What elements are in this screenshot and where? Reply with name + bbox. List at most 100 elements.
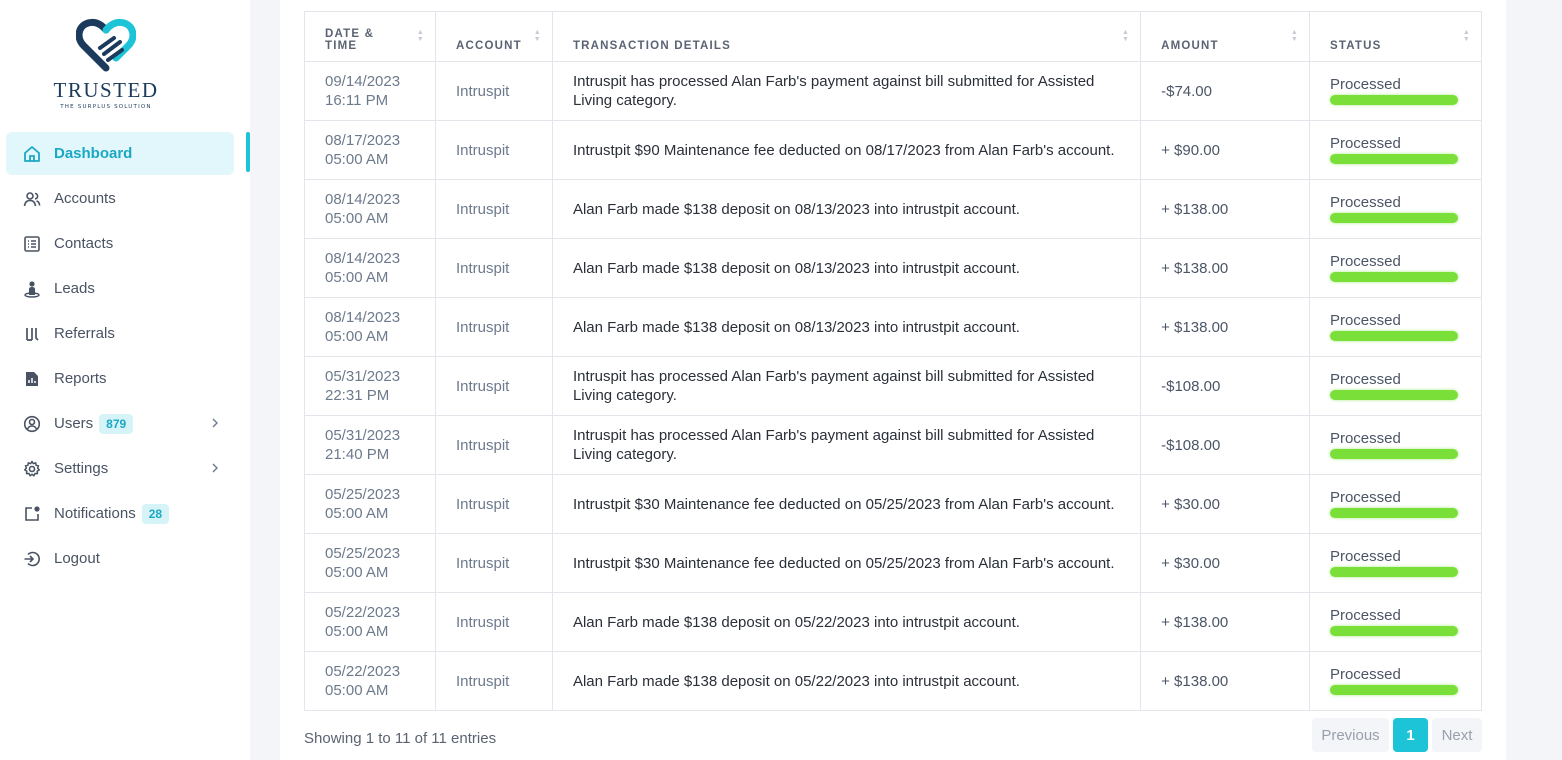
cell-details: Alan Farb made $138 deposit on 05/22/202… bbox=[551, 651, 1142, 711]
brand-logo[interactable]: TRUSTED THE SURPLUS SOLUTION bbox=[0, 18, 212, 110]
cell-date-time: 05/31/2023 21:40 PM bbox=[304, 415, 436, 475]
status-label: Processed bbox=[1329, 135, 1401, 152]
table-row: 09/14/2023 16:11 PM Intruspit Intruspit h… bbox=[304, 61, 1483, 121]
users-icon bbox=[22, 189, 42, 209]
cell-status: Processed bbox=[1308, 61, 1483, 121]
status-label: Processed bbox=[1329, 194, 1401, 211]
sidebar-item-reports[interactable]: Reports bbox=[6, 357, 234, 400]
cell-account: Intruspit bbox=[434, 592, 553, 652]
table-row: 08/17/2023 05:00 AM Intruspit Intrustpit … bbox=[304, 120, 1483, 180]
sidebar-item-label: Logout bbox=[54, 550, 100, 567]
header-date-line1: DATE & bbox=[325, 28, 375, 40]
sidebar-item-label: Accounts bbox=[54, 190, 116, 207]
cell-status: Processed bbox=[1308, 297, 1483, 357]
header-amount-label: AMOUNT bbox=[1161, 40, 1219, 52]
table-body: 09/14/2023 16:11 PM Intruspit Intruspit h… bbox=[304, 61, 1483, 711]
cell-date-time: 05/22/2023 05:00 AM bbox=[304, 651, 436, 711]
cell-amount: + $138.00 bbox=[1140, 179, 1310, 239]
sidebar-item-referrals[interactable]: Referrals bbox=[6, 312, 234, 355]
brand-name: TRUSTED bbox=[53, 78, 159, 102]
status-bar bbox=[1329, 272, 1458, 282]
column-header-status[interactable]: STATUS ▲ ▼ bbox=[1308, 11, 1483, 62]
column-header-details[interactable]: TRANSACTION DETAILS ▲ ▼ bbox=[551, 11, 1142, 62]
status-label: Processed bbox=[1329, 489, 1401, 506]
status-label: Processed bbox=[1329, 76, 1401, 93]
notification-icon bbox=[22, 504, 42, 524]
cell-status: Processed bbox=[1308, 179, 1483, 239]
sidebar-item-contacts[interactable]: Contacts bbox=[6, 222, 234, 265]
sidebar-item-logout[interactable]: Logout bbox=[6, 537, 234, 580]
sort-icon: ▲ ▼ bbox=[1121, 29, 1131, 43]
cell-time: 22:31 PM bbox=[325, 387, 390, 404]
status-bar bbox=[1329, 685, 1458, 695]
cell-account: Intruspit bbox=[434, 238, 553, 298]
contacts-list-icon bbox=[22, 234, 42, 254]
status-label: Processed bbox=[1329, 430, 1401, 447]
cell-date: 05/25/2023 bbox=[325, 545, 401, 562]
status-bar bbox=[1329, 95, 1458, 105]
sidebar-item-dashboard[interactable]: Dashboard bbox=[6, 132, 250, 175]
cell-time: 05:00 AM bbox=[325, 564, 389, 581]
status-bar bbox=[1329, 154, 1458, 164]
cell-amount: + $90.00 bbox=[1140, 120, 1310, 180]
sort-icon: ▲ ▼ bbox=[1290, 29, 1299, 43]
cell-amount: -$108.00 bbox=[1140, 415, 1310, 475]
sidebar-item-leads[interactable]: Leads bbox=[6, 267, 234, 310]
header-account-label: ACCOUNT bbox=[455, 40, 522, 52]
cell-time: 05:00 AM bbox=[325, 505, 389, 522]
cell-account: Intruspit bbox=[434, 179, 553, 239]
cell-time: 05:00 AM bbox=[325, 623, 389, 640]
status-bar bbox=[1329, 213, 1458, 223]
column-header-amount[interactable]: AMOUNT ▲ ▼ bbox=[1140, 11, 1310, 62]
cell-details: Intrustpit $30 Maintenance fee deducted … bbox=[551, 474, 1142, 534]
cell-date: 08/14/2023 bbox=[325, 250, 401, 267]
status-bar bbox=[1329, 508, 1458, 518]
sidebar-item-label: Users bbox=[54, 415, 94, 432]
user-circle-icon bbox=[22, 414, 42, 434]
cell-date-time: 05/22/2023 05:00 AM bbox=[304, 592, 436, 652]
cell-amount: -$74.00 bbox=[1140, 61, 1310, 121]
cell-date: 05/22/2023 bbox=[325, 604, 401, 621]
pagination-page-1-button[interactable]: 1 bbox=[1393, 718, 1428, 752]
pagination-next-button[interactable]: Next bbox=[1432, 718, 1482, 752]
sidebar-item-accounts[interactable]: Accounts bbox=[6, 177, 234, 220]
sidebar-item-notifications[interactable]: Notifications 28 bbox=[6, 492, 234, 535]
cell-details: Alan Farb made $138 deposit on 08/13/202… bbox=[551, 179, 1142, 239]
brand-tagline: THE SURPLUS SOLUTION bbox=[60, 104, 152, 110]
status-label: Processed bbox=[1329, 607, 1401, 624]
chevron-right-icon bbox=[210, 461, 220, 479]
sidebar-item-label: Contacts bbox=[54, 235, 114, 252]
cell-amount: + $138.00 bbox=[1140, 238, 1310, 298]
cell-amount: -$108.00 bbox=[1140, 356, 1310, 416]
cell-status: Processed bbox=[1308, 238, 1483, 298]
cell-date: 09/14/2023 bbox=[325, 73, 401, 90]
column-header-account[interactable]: ACCOUNT ▲ ▼ bbox=[434, 11, 553, 62]
cell-time: 05:00 AM bbox=[325, 151, 389, 168]
cell-status: Processed bbox=[1308, 592, 1483, 652]
column-header-date-time[interactable]: DATE & TIME ▲ ▼ bbox=[304, 11, 436, 62]
cell-account: Intruspit bbox=[434, 120, 553, 180]
status-bar bbox=[1329, 390, 1458, 400]
cell-time: 16:11 PM bbox=[325, 92, 389, 109]
cell-date: 05/25/2023 bbox=[325, 486, 401, 503]
sidebar: TRUSTED THE SURPLUS SOLUTION Dashboard A… bbox=[0, 0, 250, 760]
cell-date-time: 05/25/2023 05:00 AM bbox=[304, 533, 436, 593]
cell-date: 08/17/2023 bbox=[325, 132, 401, 149]
status-bar bbox=[1329, 567, 1458, 577]
sort-icon: ▲ ▼ bbox=[1462, 29, 1471, 43]
pagination-previous-button[interactable]: Previous bbox=[1312, 718, 1389, 752]
cell-date-time: 05/25/2023 05:00 AM bbox=[304, 474, 436, 534]
sidebar-item-settings[interactable]: Settings bbox=[6, 447, 234, 490]
cell-status: Processed bbox=[1308, 533, 1483, 593]
sidebar-item-users[interactable]: Users 879 bbox=[6, 402, 234, 445]
sort-icon: ▲ ▼ bbox=[533, 29, 542, 43]
status-label: Processed bbox=[1329, 312, 1401, 329]
cell-date-time: 05/31/2023 22:31 PM bbox=[304, 356, 436, 416]
cell-date: 08/14/2023 bbox=[325, 191, 401, 208]
cell-amount: + $138.00 bbox=[1140, 592, 1310, 652]
cell-account: Intruspit bbox=[434, 297, 553, 357]
sidebar-item-label: Reports bbox=[54, 370, 107, 387]
status-bar bbox=[1329, 449, 1458, 459]
cell-time: 05:00 AM bbox=[325, 210, 389, 227]
sidebar-nav: Dashboard Accounts Contacts Leads Referr… bbox=[6, 132, 250, 582]
